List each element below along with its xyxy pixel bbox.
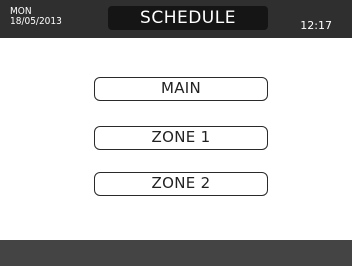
top-bar: MON 18/05/2013 SCHEDULE 12:17 — [0, 0, 352, 38]
date-label: 18/05/2013 — [10, 16, 62, 27]
zone-1-schedule-button[interactable]: ZONE 1 — [94, 126, 268, 150]
zone-2-schedule-button[interactable]: ZONE 2 — [94, 172, 268, 196]
date-display: MON 18/05/2013 — [10, 7, 62, 27]
clock-time: 12:17 — [300, 19, 332, 32]
page-title: SCHEDULE — [108, 6, 268, 30]
bottom-bar — [0, 240, 352, 266]
schedule-screen: MON 18/05/2013 SCHEDULE 12:17 MAIN ZONE … — [0, 0, 352, 266]
main-schedule-button[interactable]: MAIN — [94, 77, 268, 101]
